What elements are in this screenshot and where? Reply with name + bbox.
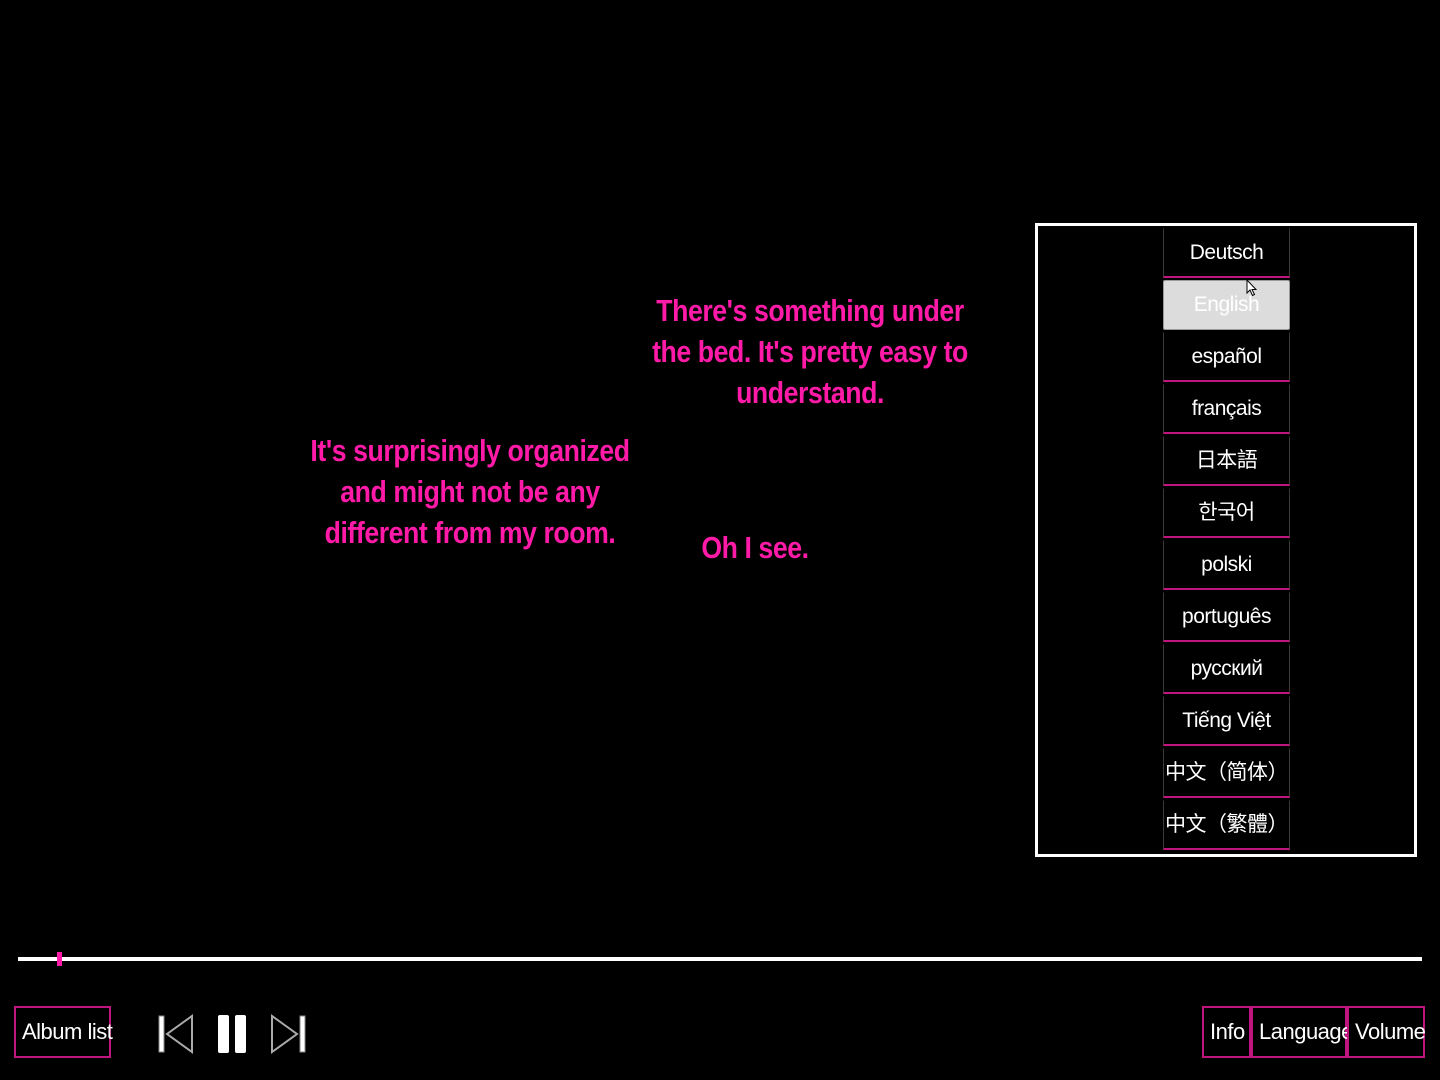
language-panel: Deutsch English español français 日本語 한국어… bbox=[1035, 223, 1417, 857]
skip-previous-icon[interactable] bbox=[158, 1013, 194, 1055]
language-option-vietnamese[interactable]: Tiếng Việt bbox=[1163, 696, 1290, 746]
mouse-cursor-icon bbox=[1246, 279, 1258, 297]
caption-line-2: It's surprisingly organized and might no… bbox=[310, 433, 630, 550]
language-option-russian[interactable]: русский bbox=[1163, 644, 1290, 694]
language-option-chinese-simplified[interactable]: 中文（简体） bbox=[1163, 748, 1290, 798]
info-button[interactable]: Info bbox=[1202, 1006, 1251, 1058]
caption-line-1: There's something under the bed. It's pr… bbox=[652, 293, 968, 410]
album-list-button[interactable]: Album list bbox=[14, 1006, 113, 1058]
language-option-polski[interactable]: polski bbox=[1163, 540, 1290, 590]
language-option-chinese-traditional[interactable]: 中文（繁體） bbox=[1163, 800, 1290, 850]
pause-icon[interactable] bbox=[216, 1013, 248, 1055]
skip-next-icon[interactable] bbox=[270, 1013, 306, 1055]
language-list: Deutsch English español français 日本語 한국어… bbox=[1163, 228, 1290, 852]
language-button[interactable]: Language bbox=[1251, 1006, 1353, 1058]
progress-handle[interactable] bbox=[57, 952, 63, 966]
language-option-japanese[interactable]: 日本語 bbox=[1163, 436, 1290, 486]
language-option-francais[interactable]: français bbox=[1163, 384, 1290, 434]
volume-button[interactable]: Volume bbox=[1347, 1006, 1426, 1058]
language-option-english[interactable]: English bbox=[1163, 280, 1290, 330]
caption-line-3: Oh I see. bbox=[701, 530, 809, 565]
language-option-portugues[interactable]: português bbox=[1163, 592, 1290, 642]
language-option-espanol[interactable]: español bbox=[1163, 332, 1290, 382]
progress-bar[interactable] bbox=[18, 957, 1422, 961]
language-option-deutsch[interactable]: Deutsch bbox=[1163, 228, 1290, 278]
language-option-korean[interactable]: 한국어 bbox=[1163, 488, 1290, 538]
